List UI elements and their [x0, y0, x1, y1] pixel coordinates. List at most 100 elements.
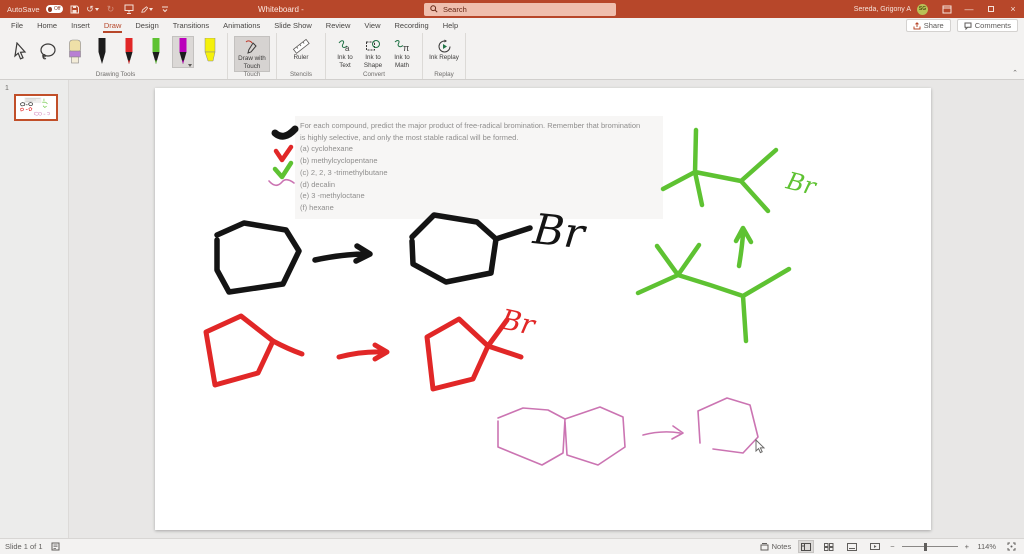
- group-label-touch: Touch: [243, 71, 261, 78]
- restore-button[interactable]: [980, 0, 1002, 18]
- group-touch: Draw with Touch Touch: [228, 33, 277, 79]
- pink-arrow: [642, 425, 684, 440]
- autosave-toggle[interactable]: Off: [45, 5, 63, 13]
- autosave-state: Off: [53, 5, 61, 12]
- ribbon-display-options-icon[interactable]: [936, 0, 958, 18]
- tab-file[interactable]: File: [4, 18, 30, 33]
- accessibility-icon[interactable]: [50, 540, 62, 553]
- close-button[interactable]: ×: [1002, 0, 1024, 18]
- thumbnail-preview: [20, 97, 51, 116]
- black-br-label: Br: [530, 204, 590, 258]
- ink-replay-button[interactable]: Ink Replay: [429, 36, 459, 62]
- slide-canvas-area: For each compound, predict the major pro…: [69, 80, 1024, 538]
- svg-text:π: π: [403, 43, 409, 53]
- green-br-label: Br: [783, 166, 820, 201]
- tab-home[interactable]: Home: [30, 18, 64, 33]
- comments-button[interactable]: Comments: [956, 19, 1018, 32]
- share-button[interactable]: Share: [905, 19, 951, 32]
- draw-with-touch-icon: [244, 39, 260, 55]
- tab-view[interactable]: View: [357, 18, 387, 33]
- tab-review[interactable]: Review: [319, 18, 358, 33]
- group-drawing-tools: Drawing Tools: [4, 33, 228, 79]
- group-label-stencils: Stencils: [289, 71, 313, 78]
- workspace: 1 For each compound, predict the major p…: [0, 80, 1024, 538]
- group-convert: a Ink to Text Ink to Shape π Ink to Math…: [326, 33, 423, 79]
- group-replay: Ink Replay Replay: [423, 33, 466, 79]
- svg-text:a: a: [345, 44, 350, 53]
- mouse-cursor: [755, 438, 766, 459]
- tab-transitions[interactable]: Transitions: [166, 18, 216, 33]
- share-icon: [913, 21, 921, 29]
- notes-icon: [760, 543, 769, 551]
- undo-icon[interactable]: ↺: [86, 3, 99, 15]
- pen-tool-icon[interactable]: [140, 3, 153, 15]
- slide[interactable]: For each compound, predict the major pro…: [155, 88, 931, 530]
- green-reactant-skeleton: [635, 242, 792, 344]
- tab-animations[interactable]: Animations: [216, 18, 267, 33]
- red-methyl-bond: [270, 338, 305, 357]
- pen-black[interactable]: [91, 36, 113, 68]
- eraser-tool[interactable]: [64, 36, 86, 68]
- minimize-button[interactable]: —: [958, 0, 980, 18]
- slide-sorter-view-button[interactable]: [821, 540, 837, 553]
- tab-design[interactable]: Design: [128, 18, 165, 33]
- red-checkmark: [273, 144, 294, 163]
- select-tool[interactable]: [10, 36, 32, 68]
- red-br-label: Br: [497, 302, 540, 342]
- tab-recording[interactable]: Recording: [388, 18, 436, 33]
- pen-magenta-selected[interactable]: [172, 36, 194, 68]
- fit-slide-to-window-icon[interactable]: [1003, 540, 1019, 553]
- notes-button[interactable]: Notes: [760, 542, 791, 551]
- chevron-down-icon: [188, 64, 192, 67]
- tab-help[interactable]: Help: [436, 18, 465, 33]
- slide-thumbnail-number: 1: [5, 85, 9, 92]
- tab-insert[interactable]: Insert: [64, 18, 97, 33]
- highlighter-yellow[interactable]: [199, 36, 221, 68]
- draw-with-touch-button[interactable]: Draw with Touch: [234, 36, 270, 72]
- zoom-slider-thumb[interactable]: [924, 542, 927, 551]
- pink-decalin-left-ring: [497, 407, 566, 466]
- collapse-ribbon-icon[interactable]: ⌃: [1012, 69, 1018, 77]
- zoom-in-button[interactable]: +: [965, 542, 969, 551]
- tab-slide-show[interactable]: Slide Show: [267, 18, 319, 33]
- pink-checkmark: [268, 178, 295, 187]
- tab-draw[interactable]: Draw: [97, 18, 129, 33]
- lasso-select-tool[interactable]: [37, 36, 59, 68]
- group-label-replay: Replay: [434, 71, 454, 78]
- window-title: Whiteboard -: [258, 4, 304, 14]
- ink-to-shape-button[interactable]: Ink to Shape: [360, 36, 386, 70]
- account-name[interactable]: Sereda, Grigony A: [854, 6, 911, 13]
- black-ink-text: Br: [530, 204, 590, 258]
- ink-to-text-icon: a: [337, 38, 353, 54]
- save-icon[interactable]: [69, 3, 81, 15]
- title-bar: AutoSave Off ↺ ↻ Whiteboard - Search Ser…: [0, 0, 1024, 18]
- ribbon-draw: Drawing Tools Draw with Touch Touch Rule…: [0, 33, 1024, 80]
- group-stencils: Ruler Stencils: [277, 33, 326, 79]
- search-input[interactable]: Search: [424, 2, 616, 16]
- black-product-ring: [409, 212, 499, 285]
- zoom-slider[interactable]: [901, 542, 958, 551]
- group-label-convert: Convert: [362, 71, 386, 78]
- ribbon-tabs: File Home Insert Draw Design Transitions…: [0, 18, 1024, 33]
- pen-red[interactable]: [118, 36, 140, 68]
- ruler-button[interactable]: Ruler: [283, 36, 319, 62]
- avatar[interactable]: SG: [917, 3, 928, 15]
- ink-to-math-button[interactable]: π Ink to Math: [388, 36, 416, 70]
- zoom-out-button[interactable]: −: [890, 542, 894, 551]
- slide-thumbnail-panel: 1: [0, 80, 69, 538]
- customize-qat-icon[interactable]: [159, 3, 171, 15]
- normal-view-button[interactable]: [798, 540, 815, 553]
- reading-view-button[interactable]: [844, 540, 860, 553]
- redo-icon: ↻: [106, 3, 115, 14]
- ink-to-text-button[interactable]: a Ink to Text: [332, 36, 358, 70]
- ruler-icon: [292, 38, 310, 54]
- red-product-ring: [424, 316, 491, 392]
- search-placeholder: Search: [443, 4, 467, 14]
- green-checkmark: [272, 160, 294, 180]
- slide-thumbnail[interactable]: [14, 94, 58, 121]
- slide-show-button[interactable]: [867, 540, 883, 553]
- black-br-bond: [493, 225, 533, 242]
- pen-green[interactable]: [145, 36, 167, 68]
- start-presentation-icon[interactable]: [123, 3, 135, 15]
- autosave-label: AutoSave: [7, 4, 40, 14]
